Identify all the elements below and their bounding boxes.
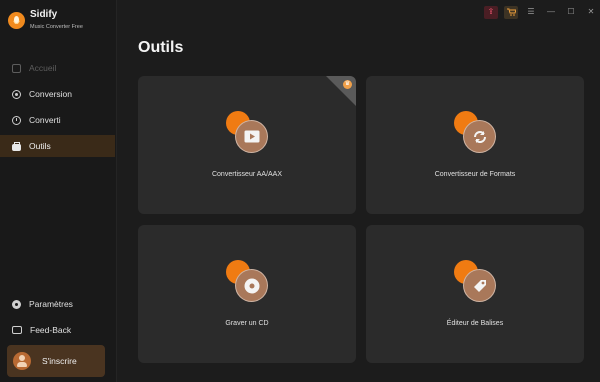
tag-icon: [454, 260, 500, 302]
sidify-logo-icon: [8, 12, 25, 29]
sidebar-item-label: Outils: [29, 141, 51, 151]
close-icon[interactable]: ✕: [584, 6, 598, 19]
sidebar-item-parametres[interactable]: Paramètres: [0, 293, 115, 315]
crown-icon: ♛: [343, 80, 352, 89]
premium-badge: ♛: [326, 76, 356, 106]
sidebar: Sidify Music Converter Free Accueil Conv…: [0, 0, 117, 382]
tool-label: Graver un CD: [225, 320, 269, 327]
signin-label: S'inscrire: [42, 356, 77, 366]
app-brand: Sidify Music Converter Free: [8, 9, 113, 35]
tool-card-tag-editor[interactable]: Éditeur de Balises: [366, 225, 584, 363]
tool-label: Éditeur de Balises: [446, 320, 504, 327]
clock-icon: [12, 115, 21, 125]
window-toolbar: ⇪ ☰ — ☐ ✕: [484, 5, 598, 19]
tool-card-aa-aax-converter[interactable]: ♛ Convertisseur AA/AAX: [138, 76, 356, 214]
toolbox-icon: [12, 141, 21, 151]
sidebar-item-label: Feed-Back: [30, 325, 72, 335]
sidebar-item-label: Converti: [29, 115, 61, 125]
sidebar-item-label: Conversion: [29, 89, 72, 99]
disc-icon: [12, 89, 21, 99]
sidebar-item-feedback[interactable]: Feed-Back: [0, 319, 115, 341]
home-icon: [12, 63, 21, 73]
maximize-icon[interactable]: ☐: [564, 6, 578, 19]
tool-label: Convertisseur AA/AAX: [211, 171, 283, 178]
avatar: [13, 352, 31, 370]
sidebar-item-outils[interactable]: Outils: [0, 135, 115, 157]
cd-icon: [226, 260, 272, 302]
gear-icon: [12, 299, 21, 309]
minimize-icon[interactable]: —: [544, 6, 558, 19]
tool-card-format-converter[interactable]: Convertisseur de Formats: [366, 76, 584, 214]
sidebar-item-accueil[interactable]: Accueil: [0, 57, 115, 79]
page-title: Outils: [138, 39, 184, 56]
signin-button[interactable]: S'inscrire: [7, 345, 105, 377]
cart-icon[interactable]: [504, 5, 518, 19]
mail-icon: [12, 326, 22, 334]
app-subtitle: Music Converter Free: [30, 24, 83, 30]
upgrade-icon[interactable]: ⇪: [484, 5, 498, 19]
sidebar-item-label: Accueil: [29, 63, 57, 73]
app-name: Sidify: [30, 9, 58, 20]
menu-icon[interactable]: ☰: [524, 6, 538, 19]
sidebar-item-label: Paramètres: [29, 299, 73, 309]
sidebar-item-converti[interactable]: Converti: [0, 109, 115, 131]
convert-icon: [454, 111, 500, 153]
tool-label: Convertisseur de Formats: [434, 171, 516, 178]
tool-card-burn-cd[interactable]: Graver un CD: [138, 225, 356, 363]
play-file-icon: [226, 111, 272, 153]
sidebar-item-conversion[interactable]: Conversion: [0, 83, 115, 105]
